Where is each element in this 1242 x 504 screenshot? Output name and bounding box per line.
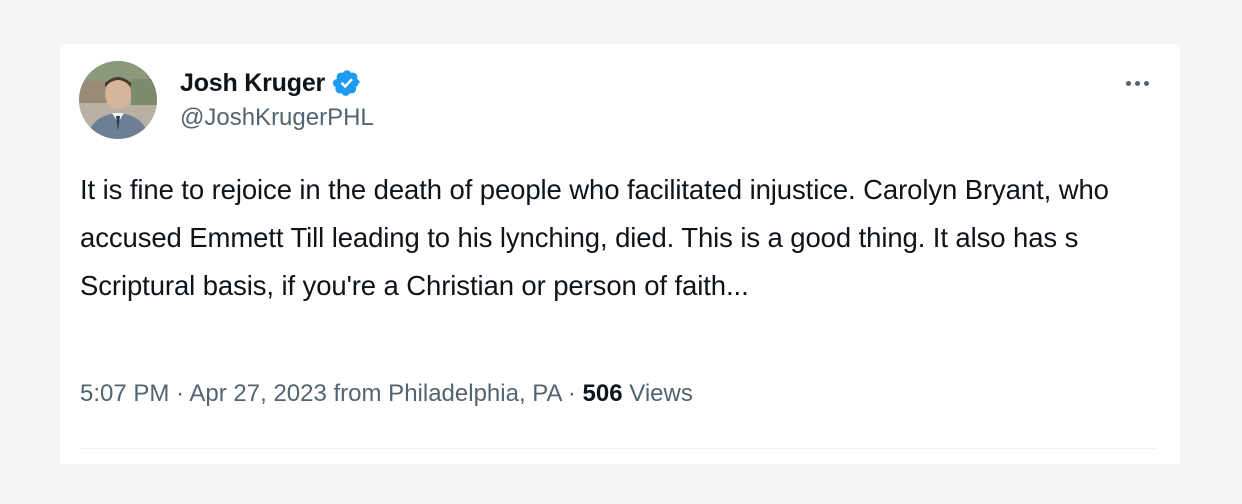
tweet-time[interactable]: 5:07 PM: [80, 380, 169, 407]
meta-separator: ·: [567, 380, 576, 407]
author-handle[interactable]: @JoshKrugerPHL: [180, 104, 374, 132]
more-options-button[interactable]: [1118, 66, 1156, 100]
tweet-date[interactable]: Apr 27, 2023: [189, 380, 326, 407]
tweet-location: from Philadelphia, PA: [333, 380, 562, 407]
divider: [80, 448, 1156, 449]
views-count: 506: [582, 380, 623, 407]
more-horizontal-icon-dot: [1134, 80, 1140, 86]
more-horizontal-icon-dot: [1143, 80, 1149, 86]
more-horizontal-icon-dot: [1125, 80, 1131, 86]
author-display-name[interactable]: Josh Kruger: [180, 69, 325, 98]
tweet-text: It is fine to rejoice in the death of pe…: [80, 174, 1109, 301]
avatar-image: [79, 61, 157, 139]
author-name-row: Josh Kruger: [180, 66, 362, 100]
meta-separator: ·: [176, 380, 185, 407]
tweet-card: Josh Kruger @JoshKrugerPHL It is fine to…: [60, 44, 1180, 464]
verified-badge-icon: [332, 68, 362, 98]
avatar[interactable]: [79, 61, 157, 139]
tweet-metadata: 5:07 PM · Apr 27, 2023 from Philadelphia…: [80, 380, 693, 408]
views-label: Views: [629, 380, 693, 407]
